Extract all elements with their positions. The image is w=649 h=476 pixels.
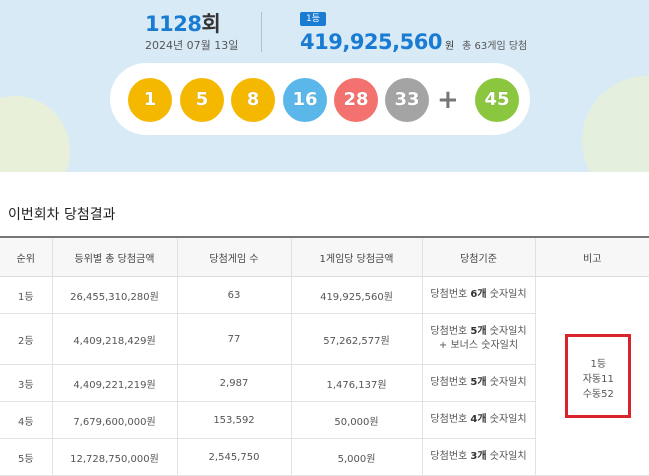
- criteria-count: 6개: [470, 289, 487, 300]
- criteria-text: 숫자일치: [486, 326, 527, 337]
- games-cell: 153,592: [177, 401, 292, 439]
- criteria-text: 당첨번호: [430, 326, 471, 337]
- round-title: 1128회: [145, 8, 221, 38]
- lotto-ball: 28: [334, 78, 378, 122]
- per-game-cell: 5,000원: [291, 438, 423, 476]
- criteria-text: 숫자일치: [486, 377, 527, 388]
- note-highlight-box: 1등 자동11 수동52: [565, 334, 632, 418]
- games-cell: 63: [177, 276, 292, 314]
- bonus-ball: 45: [475, 78, 519, 122]
- rank-cell: 4등: [0, 401, 53, 439]
- table-row: 1등 26,455,310,280원 63 419,925,560원 당첨번호 …: [0, 276, 649, 476]
- criteria-text: 당첨번호: [430, 377, 471, 388]
- criteria-cell: 당첨번호 5개 숫자일치: [422, 364, 536, 402]
- decorative-circle-left: [0, 96, 70, 172]
- plus-icon: +: [437, 85, 459, 115]
- col-header-rank: 순위: [0, 236, 53, 277]
- draw-result-banner: 1128회 2024년 07월 13일 1등 419,925,560 원 총 63게…: [0, 0, 649, 172]
- per-game-cell: 419,925,560원: [291, 276, 423, 314]
- criteria-cell: 당첨번호 3개 숫자일치: [422, 438, 536, 476]
- col-header-total: 등위별 총 당첨금액: [52, 236, 178, 277]
- criteria-count: 4개: [470, 414, 487, 425]
- winning-numbers: 1 5 8 16 28 33 + 45: [110, 63, 530, 135]
- table-header-row: 순위 등위별 총 당첨금액 당첨게임 수 1게임당 당첨금액 당첨기준 비고: [0, 236, 649, 277]
- lotto-ball: 33: [385, 78, 429, 122]
- note-line: 자동11: [582, 374, 614, 385]
- lotto-ball: 16: [283, 78, 327, 122]
- criteria-cell: 당첨번호 4개 숫자일치: [422, 401, 536, 439]
- first-prize-line: 419,925,560 원 총 63게임 당첨: [300, 30, 527, 54]
- first-prize-unit: 원: [444, 41, 455, 52]
- note-cell: 1등 자동11 수동52: [535, 276, 649, 476]
- col-header-note: 비고: [535, 236, 649, 277]
- rank-badge: 1등: [300, 12, 327, 26]
- per-game-cell: 50,000원: [291, 401, 423, 439]
- divider: [261, 12, 262, 52]
- winner-count-note: 총 63게임 당첨: [462, 41, 528, 52]
- rank-cell: 3등: [0, 364, 53, 402]
- col-header-games: 당첨게임 수: [177, 236, 292, 277]
- total-cell: 7,679,600,000원: [52, 401, 178, 439]
- col-header-per-game: 1게임당 당첨금액: [291, 236, 423, 277]
- results-table: 순위 등위별 총 당첨금액 당첨게임 수 1게임당 당첨금액 당첨기준 비고 1…: [0, 236, 649, 476]
- first-prize-amount: 419,925,560: [300, 30, 442, 54]
- criteria-text: 숫자일치: [486, 289, 527, 300]
- rank-cell: 2등: [0, 313, 53, 365]
- rank-cell: 1등: [0, 276, 53, 314]
- lotto-ball: 1: [128, 78, 172, 122]
- criteria-count: 5개: [470, 326, 487, 337]
- total-cell: 4,409,221,219원: [52, 364, 178, 402]
- rank-cell: 5등: [0, 438, 53, 476]
- total-cell: 12,728,750,000원: [52, 438, 178, 476]
- total-cell: 26,455,310,280원: [52, 276, 178, 314]
- per-game-cell: 57,262,577원: [291, 313, 423, 365]
- col-header-criteria: 당첨기준: [422, 236, 536, 277]
- criteria-bonus-text: + 보너스 숫자일치: [438, 340, 519, 351]
- section-title: 이번회차 당첨결과: [8, 207, 116, 223]
- games-cell: 2,545,750: [177, 438, 292, 476]
- criteria-count: 3개: [470, 451, 487, 462]
- criteria-text: 당첨번호: [430, 289, 471, 300]
- criteria-text: 숫자일치: [486, 451, 527, 462]
- games-cell: 77: [177, 313, 292, 365]
- per-game-cell: 1,476,137원: [291, 364, 423, 402]
- round-number: 1128: [145, 12, 202, 36]
- draw-date: 2024년 07월 13일: [145, 39, 239, 52]
- note-line: 수동52: [582, 389, 614, 400]
- criteria-text: 당첨번호: [430, 414, 471, 425]
- criteria-text: 숫자일치: [486, 414, 527, 425]
- total-cell: 4,409,218,429원: [52, 313, 178, 365]
- note-line: 1등: [590, 359, 607, 370]
- criteria-count: 5개: [470, 377, 487, 388]
- decorative-circle-right: [582, 76, 649, 172]
- criteria-cell: 당첨번호 5개 숫자일치 + 보너스 숫자일치: [422, 313, 536, 365]
- round-suffix: 회: [201, 12, 221, 36]
- lotto-ball: 5: [180, 78, 224, 122]
- lotto-ball: 8: [231, 78, 275, 122]
- criteria-cell: 당첨번호 6개 숫자일치: [422, 276, 536, 314]
- games-cell: 2,987: [177, 364, 292, 402]
- criteria-text: 당첨번호: [430, 451, 471, 462]
